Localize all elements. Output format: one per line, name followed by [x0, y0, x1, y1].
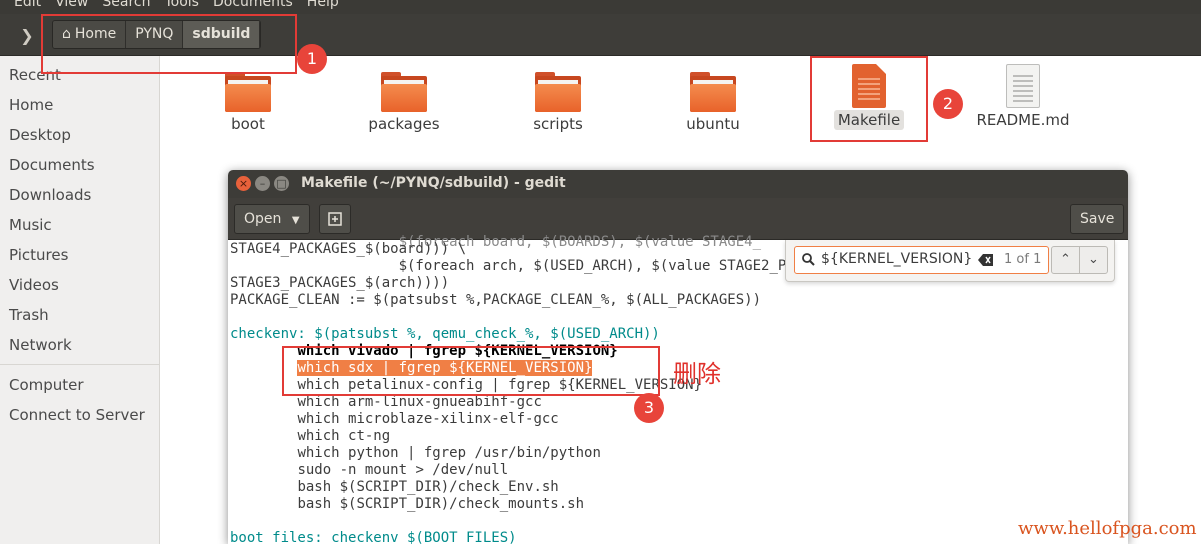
annotation-delete-note: 删除 — [673, 360, 721, 388]
open-button[interactable]: Open ▼ — [234, 204, 310, 234]
code-line: STAGE4_PACKAGES_$(board))) \ — [230, 241, 467, 257]
sidebar-item-videos[interactable]: Videos — [9, 276, 59, 294]
annotation-box-1 — [41, 14, 297, 74]
sidebar-item-desktop[interactable]: Desktop — [9, 126, 71, 144]
sidebar-item-pictures[interactable]: Pictures — [9, 246, 68, 264]
menu-tools[interactable]: Tools — [164, 0, 199, 10]
file-scripts[interactable]: scripts — [503, 72, 613, 134]
file-packages[interactable]: packages — [349, 72, 459, 134]
search-next-button[interactable]: ⌄ — [1079, 246, 1108, 274]
gedit-titlebar: × – □ Makefile (~/PYNQ/sdbuild) - gedit — [228, 170, 1128, 198]
code-line: sudo -n mount > /dev/null — [297, 462, 509, 478]
chevron-down-icon: ⌄ — [1088, 252, 1099, 267]
menubar: Edit View Search Tools Documents Help — [0, 0, 1201, 14]
search-popover: ${KERNEL_VERSION} 1 of 1 ⌃ ⌄ — [785, 240, 1115, 282]
sidebar-item-connect-to-server[interactable]: Connect to Server — [9, 406, 145, 424]
new-tab-icon — [328, 212, 342, 226]
annotation-box-3 — [282, 346, 660, 396]
annotation-box-2 — [810, 56, 928, 142]
annotation-number-3: 3 — [634, 393, 664, 423]
sidebar-item-trash[interactable]: Trash — [9, 306, 49, 324]
sidebar-item-downloads[interactable]: Downloads — [9, 186, 91, 204]
sidebar-item-documents[interactable]: Documents — [9, 156, 95, 174]
clear-icon[interactable] — [978, 253, 994, 267]
sidebar-divider — [0, 364, 160, 365]
search-previous-button[interactable]: ⌃ — [1051, 246, 1080, 274]
file-label: boot — [231, 115, 265, 133]
code-line: bash $(SCRIPT_DIR)/check_Env.sh — [297, 479, 559, 495]
code-line: bash $(SCRIPT_DIR)/check_mounts.sh — [297, 496, 585, 512]
code-line: checkenv: $(patsubst %, qemu_check_%, $(… — [230, 326, 660, 342]
folder-icon — [535, 72, 581, 112]
code-line: which microblaze-xilinx-elf-gcc — [297, 411, 559, 427]
chevron-right-icon[interactable]: ❯ — [12, 22, 42, 50]
folder-icon — [690, 72, 736, 112]
new-tab-button[interactable] — [319, 204, 351, 234]
menu-search[interactable]: Search — [102, 0, 150, 10]
code-line: STAGE3_PACKAGES_$(arch)))) — [230, 275, 450, 291]
folder-icon — [381, 72, 427, 112]
code-line: boot_files: checkenv $(BOOT_FILES) — [230, 530, 517, 544]
menu-view[interactable]: View — [55, 0, 88, 10]
code-line: which python | fgrep /usr/bin/python — [297, 445, 601, 461]
code-line: which ct-ng — [297, 428, 391, 444]
file-label: README.md — [976, 111, 1070, 129]
search-match-count: 1 of 1 — [1004, 252, 1042, 267]
chevron-up-icon: ⌃ — [1060, 252, 1071, 267]
window-title: Makefile (~/PYNQ/sdbuild) - gedit — [301, 175, 566, 191]
annotation-number-1: 1 — [297, 44, 327, 74]
search-input[interactable]: ${KERNEL_VERSION} 1 of 1 — [794, 246, 1049, 274]
text-file-icon — [1006, 64, 1040, 108]
chevron-down-icon: ▼ — [291, 215, 300, 226]
sidebar-item-music[interactable]: Music — [9, 216, 52, 234]
folder-icon — [225, 72, 271, 112]
file-label: ubuntu — [686, 115, 740, 133]
open-button-label: Open — [244, 211, 282, 227]
code-line: PACKAGE_CLEAN := $(patsubst %,PACKAGE_CL… — [230, 292, 762, 308]
sidebar-item-home[interactable]: Home — [9, 96, 53, 114]
file-boot[interactable]: boot — [193, 72, 303, 134]
annotation-number-2: 2 — [933, 89, 963, 119]
minimize-icon[interactable]: – — [255, 176, 270, 191]
save-button[interactable]: Save — [1070, 204, 1125, 234]
watermark: www.hellofpga.com — [1018, 518, 1197, 539]
file-ubuntu[interactable]: ubuntu — [658, 72, 768, 134]
menu-help[interactable]: Help — [307, 0, 339, 10]
code-line: which arm-linux-gnueabihf-gcc — [297, 394, 542, 410]
search-query: ${KERNEL_VERSION} — [821, 251, 973, 267]
sidebar-item-computer[interactable]: Computer — [9, 376, 84, 394]
code-line: $(foreach arch, $(USED_ARCH), $(value ST… — [230, 258, 787, 274]
close-icon[interactable]: × — [236, 176, 251, 191]
sidebar: Recent Home Desktop Documents Downloads … — [0, 56, 160, 544]
file-readme[interactable]: README.md — [968, 64, 1078, 130]
maximize-icon[interactable]: □ — [274, 176, 289, 191]
sidebar-item-network[interactable]: Network — [9, 336, 72, 354]
file-label: scripts — [533, 115, 583, 133]
menu-documents[interactable]: Documents — [213, 0, 293, 10]
file-label: packages — [368, 115, 440, 133]
menu-edit[interactable]: Edit — [14, 0, 41, 10]
search-icon — [802, 253, 815, 266]
